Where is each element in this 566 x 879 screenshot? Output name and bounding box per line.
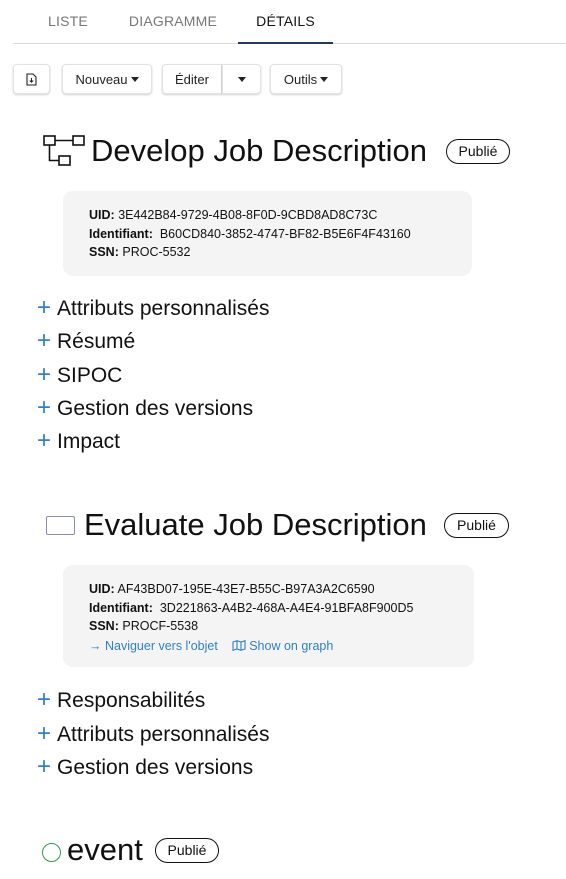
ssn-row: SSN: PROCF-5538	[89, 617, 474, 636]
section-impact[interactable]: + Impact	[37, 427, 120, 455]
object-title: event	[67, 832, 143, 867]
section-version-management[interactable]: + Gestion des versions	[37, 394, 253, 422]
section-label: Résumé	[57, 330, 136, 353]
new-dropdown-button[interactable]: Nouveau	[62, 64, 152, 94]
map-icon	[232, 639, 246, 651]
identifier-label: Identifiant:	[89, 600, 153, 615]
file-export-icon	[26, 72, 37, 86]
object-links: → Naviguer vers l'objet Show on graph	[89, 636, 474, 656]
uid-label: UID:	[89, 582, 115, 596]
status-badge: Publié	[155, 838, 219, 863]
ssn-row: SSN: PROC-5532	[89, 243, 472, 262]
section-label: Impact	[57, 430, 121, 453]
expand-plus-icon: +	[37, 427, 52, 454]
section-custom-attributes[interactable]: + Attributs personnalisés	[37, 720, 269, 748]
section-sipoc[interactable]: + SIPOC	[37, 361, 122, 389]
uid-row: UID: 3E442B84-9729-4B08-8F0D-9CBD8AD8C73…	[89, 206, 472, 225]
section-label: Attributs personnalisés	[57, 297, 270, 320]
section-label: Gestion des versions	[57, 397, 254, 420]
uid-value: AF43BD07-195E-43E7-B55C-B97A3A2C6590	[117, 582, 375, 596]
edit-button-label: Éditer	[175, 71, 209, 87]
expand-plus-icon: +	[37, 753, 52, 780]
expand-plus-icon: +	[37, 720, 52, 747]
caret-down-icon	[320, 76, 329, 82]
identifier-row: Identifiant: B60CD840-3852-4747-BF82-B5E…	[89, 225, 472, 244]
ssn-label: SSN:	[89, 245, 119, 259]
expand-plus-icon: +	[37, 686, 52, 713]
expand-plus-icon: +	[37, 294, 52, 321]
section-label: Gestion des versions	[57, 756, 254, 779]
tab-details[interactable]: DÉTAILS	[238, 0, 333, 44]
show-on-graph-label: Show on graph	[249, 638, 334, 653]
caret-down-icon	[237, 76, 246, 82]
ssn-value: PROCF-5538	[122, 619, 199, 633]
uid-row: UID: AF43BD07-195E-43E7-B55C-B97A3A2C659…	[89, 580, 474, 599]
tab-bar: LISTE DIAGRAMME DÉTAILS	[13, 0, 566, 44]
edit-dropdown-toggle[interactable]	[222, 64, 261, 94]
object-title: Evaluate Job Description	[84, 507, 427, 542]
ssn-value: PROC-5532	[122, 245, 191, 259]
object-title: Develop Job Description	[91, 133, 428, 168]
identifier-label: Identifiant:	[89, 226, 153, 241]
event-circle-icon	[42, 843, 61, 862]
tab-diagramme[interactable]: DIAGRAMME	[117, 0, 229, 44]
ssn-label: SSN:	[89, 619, 119, 633]
show-on-graph-link[interactable]: Show on graph	[232, 638, 334, 653]
expand-plus-icon: +	[37, 394, 52, 421]
object-info-card: UID: 3E442B84-9729-4B08-8F0D-9CBD8AD8C73…	[63, 191, 472, 276]
tools-button-label: Outils	[283, 71, 318, 87]
expand-plus-icon: +	[37, 327, 52, 354]
export-file-button[interactable]	[13, 64, 50, 94]
edit-button[interactable]: Éditer	[162, 64, 222, 94]
section-custom-attributes[interactable]: + Attributs personnalisés	[37, 294, 269, 322]
section-responsibilities[interactable]: + Responsabilités	[37, 686, 205, 714]
identifier-row: Identifiant: 3D221863-A4B2-468A-A4E4-91B…	[89, 599, 474, 618]
section-label: SIPOC	[57, 364, 123, 387]
identifier-value: B60CD840-3852-4747-BF82-B5E6F4F43160	[159, 226, 411, 241]
process-flow-icon	[43, 135, 85, 166]
identifier-value: 3D221863-A4B2-468A-A4E4-91BFA8F900D5	[159, 600, 414, 615]
tools-dropdown-button[interactable]: Outils	[270, 64, 342, 94]
object-info-card: UID: AF43BD07-195E-43E7-B55C-B97A3A2C659…	[63, 565, 474, 667]
status-badge: Publié	[444, 513, 509, 538]
tab-liste[interactable]: LISTE	[37, 0, 99, 44]
expand-plus-icon: +	[37, 361, 52, 388]
uid-value: 3E442B84-9729-4B08-8F0D-9CBD8AD8C73C	[118, 208, 378, 222]
new-button-label: Nouveau	[75, 71, 128, 87]
status-badge: Publié	[446, 139, 510, 164]
rectangle-function-icon	[46, 516, 75, 535]
section-label: Attributs personnalisés	[57, 723, 270, 746]
section-summary[interactable]: + Résumé	[37, 327, 135, 355]
section-label: Responsabilités	[57, 689, 206, 712]
navigate-to-object-link[interactable]: → Naviguer vers l'objet	[89, 639, 218, 653]
caret-down-icon	[130, 76, 139, 82]
section-version-management[interactable]: + Gestion des versions	[37, 753, 253, 781]
uid-label: UID:	[89, 208, 115, 222]
